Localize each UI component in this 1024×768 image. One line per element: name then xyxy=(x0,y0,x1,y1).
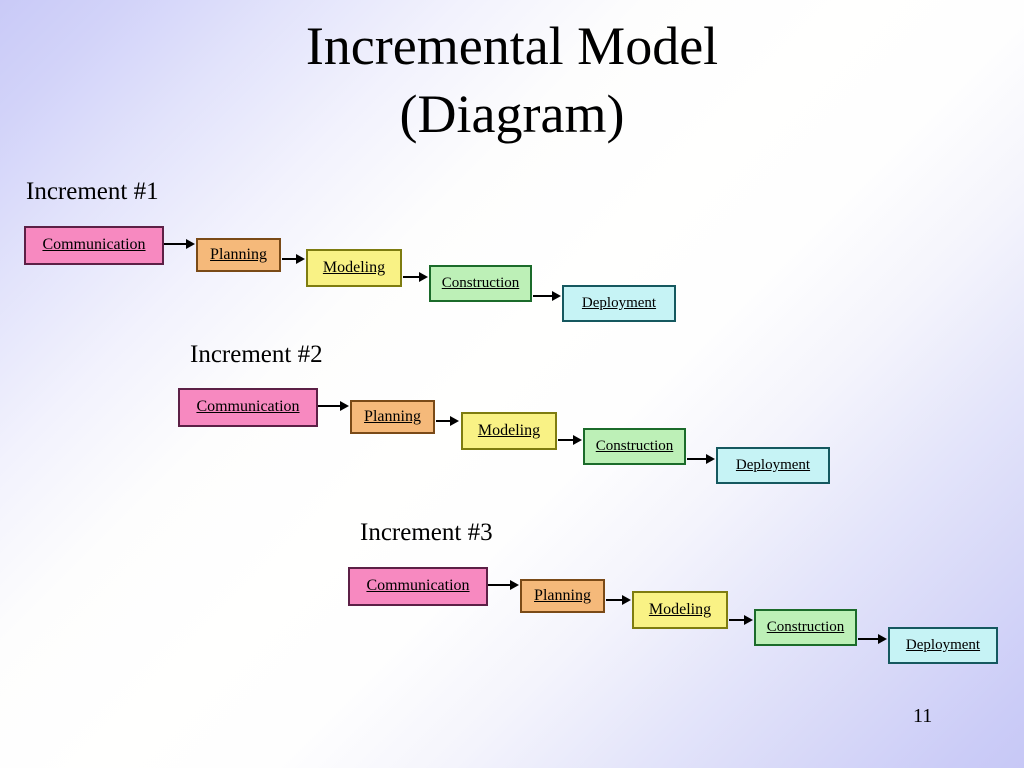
arrow-planning-to-modeling xyxy=(606,593,631,607)
process-box-construction-1[interactable]: Construction xyxy=(429,265,532,302)
process-box-communication-3[interactable]: Communication xyxy=(348,567,488,606)
arrow-communication-to-planning xyxy=(488,578,519,592)
process-box-modeling-1[interactable]: Modeling xyxy=(306,249,402,287)
slide-title-line-2: (Diagram) xyxy=(399,84,625,144)
arrow-modeling-to-construction xyxy=(403,270,428,284)
increment-label-2: Increment #2 xyxy=(190,341,323,368)
arrow-construction-to-deployment xyxy=(858,632,887,646)
arrow-head-icon xyxy=(573,435,582,445)
process-box-label: Communication xyxy=(196,398,300,416)
process-box-label: Planning xyxy=(534,586,591,604)
increment-label-1: Increment #1 xyxy=(26,178,159,205)
process-box-label: Deployment xyxy=(905,636,981,653)
process-box-modeling-3[interactable]: Modeling xyxy=(632,591,728,629)
arrow-shaft xyxy=(729,619,745,621)
arrow-head-icon xyxy=(340,401,349,411)
process-box-deployment-3[interactable]: Deployment xyxy=(888,627,998,664)
process-box-label: Modeling xyxy=(322,258,386,276)
arrow-head-icon xyxy=(706,454,715,464)
arrow-planning-to-modeling xyxy=(282,252,305,266)
process-box-planning-3[interactable]: Planning xyxy=(520,579,605,613)
arrow-shaft xyxy=(858,638,879,640)
arrow-head-icon xyxy=(878,634,887,644)
process-box-construction-3[interactable]: Construction xyxy=(754,609,857,646)
arrow-head-icon xyxy=(744,615,753,625)
process-box-label: Communication xyxy=(366,577,470,595)
process-box-label: Planning xyxy=(364,407,421,425)
process-box-communication-2[interactable]: Communication xyxy=(178,388,318,427)
process-box-label: Deployment xyxy=(581,294,657,311)
arrow-head-icon xyxy=(622,595,631,605)
arrow-shaft xyxy=(403,276,420,278)
arrow-modeling-to-construction xyxy=(558,433,582,447)
arrow-communication-to-planning xyxy=(318,399,349,413)
arrow-shaft xyxy=(164,243,187,245)
arrow-shaft xyxy=(606,599,623,601)
process-box-construction-2[interactable]: Construction xyxy=(583,428,686,465)
arrow-head-icon xyxy=(186,239,195,249)
arrow-construction-to-deployment xyxy=(687,452,715,466)
arrow-shaft xyxy=(558,439,574,441)
process-box-deployment-2[interactable]: Deployment xyxy=(716,447,830,484)
arrow-construction-to-deployment xyxy=(533,289,561,303)
slide-canvas: Incremental Model (Diagram) Increment #1… xyxy=(0,0,1024,768)
slide-title-line-1: Incremental Model xyxy=(305,16,719,76)
process-box-label: Planning xyxy=(210,245,267,263)
process-box-label: Construction xyxy=(441,274,520,291)
arrow-shaft xyxy=(533,295,553,297)
arrow-head-icon xyxy=(419,272,428,282)
process-box-planning-2[interactable]: Planning xyxy=(350,400,435,434)
process-box-label: Construction xyxy=(766,618,845,635)
process-box-communication-1[interactable]: Communication xyxy=(24,226,164,265)
arrow-planning-to-modeling xyxy=(436,414,459,428)
process-box-label: Modeling xyxy=(477,421,541,439)
arrow-modeling-to-construction xyxy=(729,613,753,627)
process-box-label: Modeling xyxy=(648,600,712,618)
process-box-label: Construction xyxy=(595,437,674,454)
process-box-deployment-1[interactable]: Deployment xyxy=(562,285,676,322)
arrow-head-icon xyxy=(552,291,561,301)
arrow-shaft xyxy=(282,258,297,260)
arrow-shaft xyxy=(488,584,511,586)
arrow-head-icon xyxy=(450,416,459,426)
arrow-shaft xyxy=(687,458,707,460)
slide-title: Incremental Model (Diagram) xyxy=(0,12,1024,148)
arrow-shaft xyxy=(436,420,451,422)
process-box-label: Deployment xyxy=(735,456,811,473)
increment-label-3: Increment #3 xyxy=(360,519,493,546)
arrow-shaft xyxy=(318,405,341,407)
page-number: 11 xyxy=(913,705,933,727)
arrow-head-icon xyxy=(510,580,519,590)
process-box-planning-1[interactable]: Planning xyxy=(196,238,281,272)
arrow-communication-to-planning xyxy=(164,237,195,251)
arrow-head-icon xyxy=(296,254,305,264)
process-box-modeling-2[interactable]: Modeling xyxy=(461,412,557,450)
process-box-label: Communication xyxy=(42,236,146,254)
